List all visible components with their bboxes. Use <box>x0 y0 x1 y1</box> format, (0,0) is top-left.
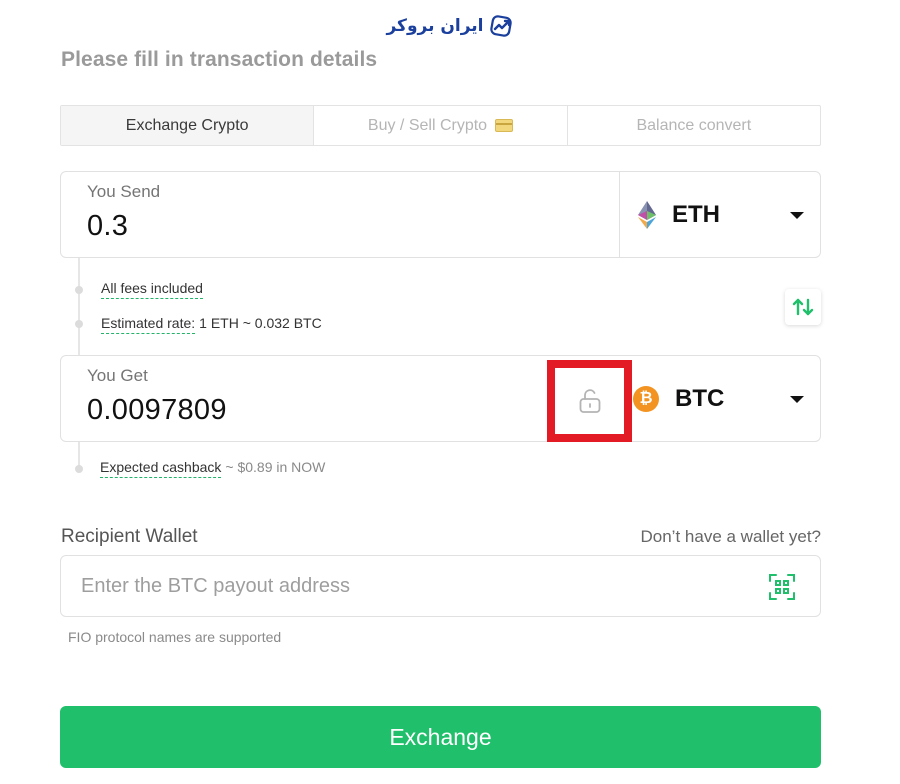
page-title: Please fill in transaction details <box>61 48 378 71</box>
timeline-line <box>78 258 80 355</box>
swap-currencies-button[interactable] <box>785 289 821 325</box>
recipient-wallet-label: Recipient Wallet <box>61 526 198 547</box>
no-wallet-link[interactable]: Don’t have a wallet yet? <box>641 527 822 547</box>
cashback-value: ~ $0.89 in NOW <box>225 459 326 475</box>
qr-scan-icon[interactable] <box>768 573 796 601</box>
chevron-down-icon <box>790 211 804 219</box>
fees-included-link[interactable]: All fees included <box>101 280 203 299</box>
estimated-rate-value: 1 ETH ~ 0.032 BTC <box>199 315 322 331</box>
cashback-label[interactable]: Expected cashback <box>100 459 222 478</box>
tab-label: Exchange Crypto <box>125 116 249 134</box>
send-amount-input[interactable]: You Send 0.3 <box>61 172 619 257</box>
send-currency-code: ETH <box>672 200 720 228</box>
get-amount-value: 0.0097809 <box>87 394 227 426</box>
fixed-rate-lock-button[interactable] <box>547 360 632 442</box>
credit-card-icon <box>495 119 514 132</box>
get-amount-display[interactable]: You Get 0.0097809 <box>61 356 619 441</box>
bitcoin-icon: ₿ <box>633 385 659 412</box>
estimated-rate: Estimated rate: 1 ETH ~ 0.032 BTC <box>101 315 322 334</box>
brand-logo: ایران بروکر <box>0 12 900 40</box>
send-field: You Send 0.3 ETH <box>60 171 821 258</box>
get-currency-select[interactable]: ₿ BTC <box>619 356 820 441</box>
send-currency-select[interactable]: ETH <box>619 172 820 257</box>
unlock-icon <box>579 389 600 413</box>
ethereum-icon <box>638 200 656 229</box>
tab-exchange-crypto[interactable]: Exchange Crypto <box>61 106 315 145</box>
get-label: You Get <box>87 366 148 385</box>
fio-support-note: FIO protocol names are supported <box>68 629 282 645</box>
tab-buy-sell-crypto[interactable]: Buy / Sell Crypto <box>314 106 568 145</box>
timeline-dot <box>75 465 83 473</box>
wallet-address-input[interactable] <box>61 556 721 616</box>
chart-logo-icon <box>489 15 512 37</box>
tab-balance-convert[interactable]: Balance convert <box>568 106 820 145</box>
chevron-down-icon <box>790 395 804 403</box>
tab-label: Buy / Sell Crypto <box>367 116 488 134</box>
wallet-address-field <box>60 555 821 617</box>
timeline-dot <box>75 286 83 294</box>
fees-info: All fees included <box>101 280 203 299</box>
exchange-tabs: Exchange Crypto Buy / Sell Crypto Balanc… <box>60 105 821 146</box>
brand-logo-text: ایران بروکر <box>386 16 484 36</box>
tab-label: Balance convert <box>636 116 752 134</box>
send-amount-value[interactable]: 0.3 <box>87 210 128 243</box>
cashback-info: Expected cashback ~ $0.89 in NOW <box>100 459 325 478</box>
get-currency-code: BTC <box>675 384 725 412</box>
timeline-dot <box>75 320 83 328</box>
swap-arrows-icon <box>792 298 814 316</box>
get-field: You Get 0.0097809 ₿ BTC <box>60 355 821 442</box>
send-label: You Send <box>87 182 161 201</box>
exchange-button[interactable]: Exchange <box>60 706 821 768</box>
estimated-rate-label[interactable]: Estimated rate: <box>101 315 196 334</box>
